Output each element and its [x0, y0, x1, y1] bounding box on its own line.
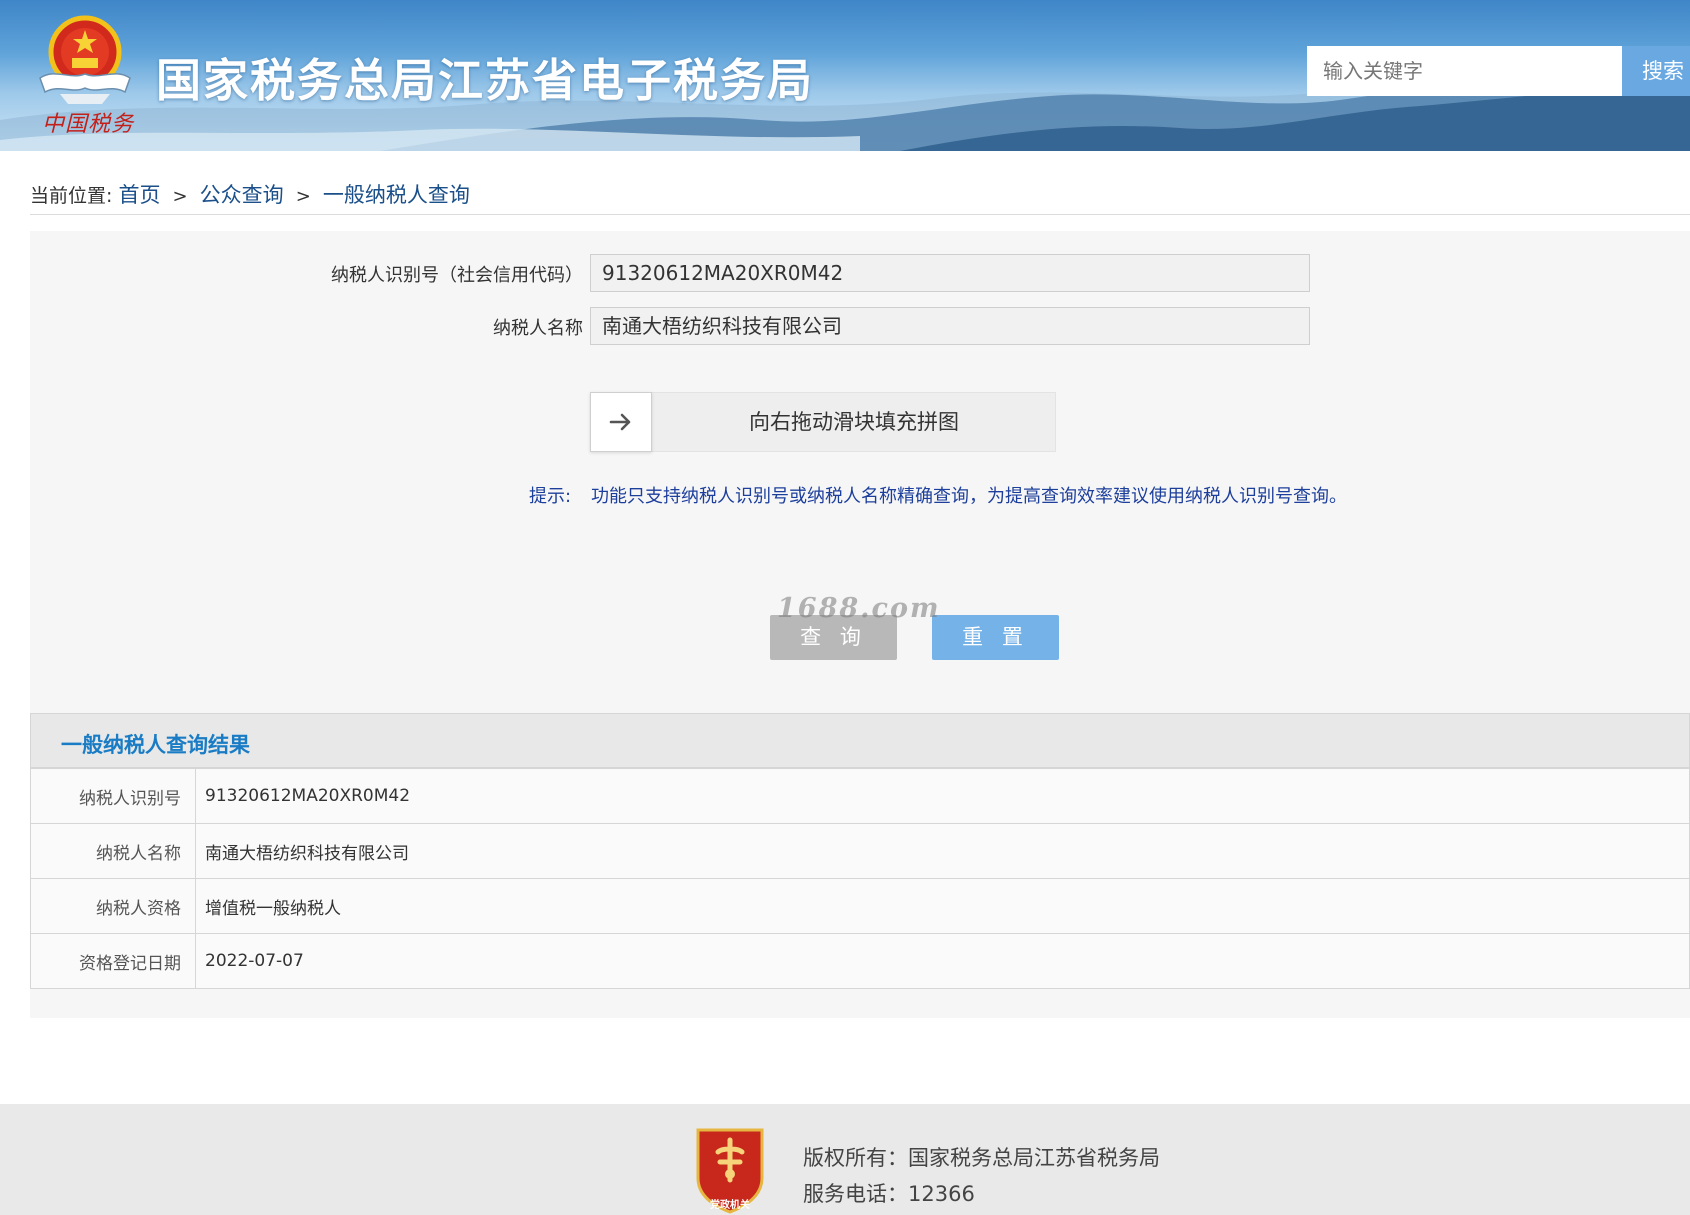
breadcrumb-separator: >: [295, 186, 311, 207]
query-button[interactable]: 查 询: [770, 615, 897, 660]
tip-text: 功能只支持纳税人识别号或纳税人名称精确查询，为提高查询效率建议使用纳税人识别号查…: [591, 486, 1347, 507]
breadcrumb-divider: [30, 214, 1690, 215]
row-label: 纳税人识别号: [30, 768, 196, 824]
taxpayer-name-label: 纳税人名称: [493, 318, 583, 339]
breadcrumb-home-link[interactable]: 首页: [118, 183, 160, 207]
row-label: 资格登记日期: [30, 933, 196, 989]
row-value: 南通大梧纺织科技有限公司: [195, 823, 1690, 879]
taxpayer-id-label: 纳税人识别号（社会信用代码）: [331, 265, 583, 286]
site-title: 国家税务总局江苏省电子税务局: [156, 54, 815, 107]
footer-phone: 服务电话：12366: [803, 1182, 975, 1206]
breadcrumb: 当前位置: 首页 > 公众查询 > 一般纳税人查询: [30, 179, 470, 209]
arrow-right-icon: [609, 413, 631, 431]
table-row: 资格登记日期 2022-07-07: [30, 933, 1690, 989]
table-row: 纳税人识别号 91320612MA20XR0M42: [30, 768, 1690, 824]
row-label: 纳税人资格: [30, 878, 196, 934]
site-header: 中国税务 国家税务总局江苏省电子税务局 搜索: [0, 0, 1690, 151]
breadcrumb-public-query-link[interactable]: 公众查询: [200, 183, 284, 207]
row-value: 增值税一般纳税人: [195, 878, 1690, 934]
emblem-caption: 中国税务: [42, 112, 135, 137]
results-header: 一般纳税人查询结果: [30, 713, 1690, 768]
taxpayer-name-field[interactable]: 南通大梧纺织科技有限公司: [590, 307, 1310, 345]
reset-button[interactable]: 重 置: [932, 615, 1059, 660]
tip-label: 提示:: [529, 486, 572, 507]
taxpayer-id-field[interactable]: 91320612MA20XR0M42: [590, 254, 1310, 292]
table-row: 纳税人名称 南通大梧纺织科技有限公司: [30, 823, 1690, 879]
results-title: 一般纳税人查询结果: [61, 733, 250, 757]
table-row: 纳税人资格 增值税一般纳税人: [30, 878, 1690, 934]
captcha-slider[interactable]: 向右拖动滑块填充拼图: [590, 392, 1056, 452]
breadcrumb-separator: >: [172, 186, 188, 207]
results-table: 纳税人识别号 91320612MA20XR0M42 纳税人名称 南通大梧纺织科技…: [30, 768, 1690, 989]
footer-logo-caption: 党政机关: [710, 1200, 750, 1211]
site-footer: 党政机关 版权所有：国家税务总局江苏省税务局 服务电话：12366: [0, 1104, 1690, 1215]
row-label: 纳税人名称: [30, 823, 196, 879]
slider-instruction: 向右拖动滑块填充拼图: [749, 410, 959, 434]
breadcrumb-current-page: 一般纳税人查询: [322, 183, 470, 207]
row-value: 91320612MA20XR0M42: [195, 768, 1690, 824]
breadcrumb-prefix: 当前位置:: [30, 185, 113, 207]
footer-copyright: 版权所有：国家税务总局江苏省税务局: [803, 1146, 1160, 1170]
slider-handle[interactable]: [590, 392, 652, 452]
search-button[interactable]: 搜索: [1622, 46, 1690, 96]
search-input[interactable]: [1307, 46, 1622, 96]
row-value: 2022-07-07: [195, 933, 1690, 989]
